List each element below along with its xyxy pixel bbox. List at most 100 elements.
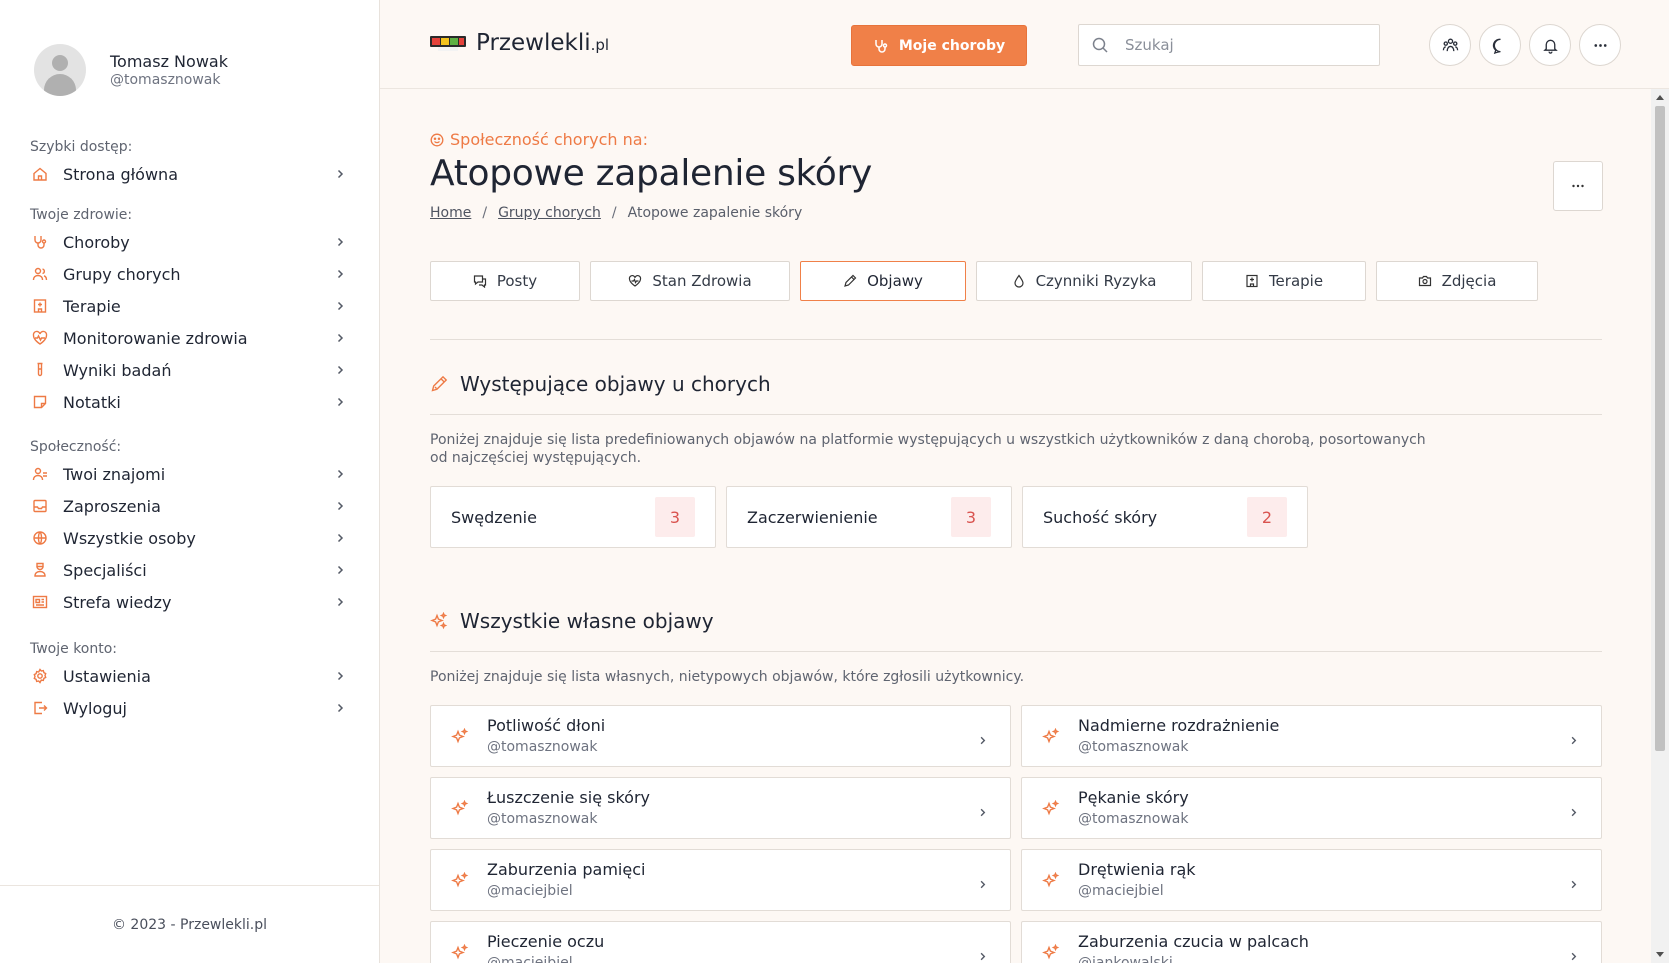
more-icon bbox=[1593, 43, 1607, 47]
scrollbar-thumb[interactable] bbox=[1655, 106, 1665, 751]
chevron-right-icon bbox=[1568, 875, 1579, 889]
own-symptom-name: Zaburzenia pamięci bbox=[487, 860, 646, 879]
community-icon bbox=[1442, 38, 1458, 51]
tab-risk-factors[interactable]: Czynniki Ryzyka bbox=[976, 261, 1192, 301]
symptom-card[interactable]: Zaczerwienienie 3 bbox=[726, 486, 1012, 548]
messages-button[interactable] bbox=[1479, 24, 1521, 66]
chevron-right-icon bbox=[337, 469, 344, 479]
settings-icon bbox=[32, 668, 48, 684]
sparkles-icon bbox=[430, 612, 448, 630]
symptom-name: Suchość skóry bbox=[1043, 507, 1158, 527]
own-symptom-card[interactable]: Drętwienia rąk @maciejbiel bbox=[1021, 849, 1602, 911]
tab-symptoms[interactable]: Objawy bbox=[800, 261, 966, 301]
section-title-predefined: Występujące objawy u chorych bbox=[430, 372, 771, 396]
note-icon bbox=[32, 394, 48, 410]
user-handle: @tomasznowak bbox=[110, 72, 221, 88]
sidebar-item-health-monitoring[interactable]: Monitorowanie zdrowia bbox=[30, 322, 350, 354]
sparkles-icon bbox=[1042, 871, 1060, 890]
own-symptom-name: Potliwość dłoni bbox=[487, 716, 606, 735]
page-options-button[interactable] bbox=[1553, 161, 1603, 211]
section-title-text: Występujące objawy u chorych bbox=[460, 372, 771, 396]
sidebar-item-knowledge-zone[interactable]: Strefa wiedzy bbox=[30, 586, 350, 618]
sidebar-item-invitations[interactable]: Zaproszenia bbox=[30, 490, 350, 522]
symptom-count-badge: 2 bbox=[1247, 497, 1287, 537]
own-symptom-card[interactable]: Łuszczenie się skóry @tomasznowak bbox=[430, 777, 1011, 839]
sparkles-icon bbox=[1042, 727, 1060, 746]
symptom-card[interactable]: Swędzenie 3 bbox=[430, 486, 716, 548]
scroll-up-arrow[interactable] bbox=[1656, 95, 1664, 100]
chevron-right-icon bbox=[1568, 947, 1579, 961]
own-symptom-card[interactable]: Zaburzenia czucia w palcach @jankowalski bbox=[1021, 921, 1602, 963]
own-symptom-card[interactable]: Potliwość dłoni @tomasznowak bbox=[430, 705, 1011, 767]
hospital-icon bbox=[32, 298, 48, 314]
sidebar-item-notes[interactable]: Notatki bbox=[30, 386, 350, 418]
sidebar-item-all-people[interactable]: Wszystkie osoby bbox=[30, 522, 350, 554]
user-profile[interactable]: Tomasz Nowak @tomasznowak bbox=[34, 44, 228, 96]
stethoscope-icon bbox=[32, 234, 48, 250]
own-symptom-card[interactable]: Pękanie skóry @tomasznowak bbox=[1021, 777, 1602, 839]
logo[interactable]: Przewlekli.pl bbox=[430, 30, 609, 56]
sparkles-icon bbox=[451, 799, 469, 818]
tab-health-status[interactable]: Stan Zdrowia bbox=[590, 261, 790, 301]
sidebar-item-diseases[interactable]: Choroby bbox=[30, 226, 350, 258]
chevron-right-icon bbox=[337, 333, 344, 343]
divider bbox=[430, 651, 1602, 652]
tab-photos[interactable]: Zdjęcia bbox=[1376, 261, 1538, 301]
own-symptom-name: Pękanie skóry bbox=[1078, 788, 1189, 807]
pencil-icon bbox=[431, 375, 448, 392]
my-diseases-label: Moje choroby bbox=[898, 37, 1006, 54]
search-box[interactable] bbox=[1078, 24, 1380, 66]
newspaper-icon bbox=[32, 594, 48, 610]
own-symptom-author: @tomasznowak bbox=[487, 811, 598, 827]
own-symptom-card[interactable]: Zaburzenia pamięci @maciejbiel bbox=[430, 849, 1011, 911]
scrollbar[interactable] bbox=[1651, 89, 1669, 963]
breadcrumb-patient-groups[interactable]: Grupy chorych bbox=[498, 205, 601, 221]
community-button[interactable] bbox=[1429, 24, 1471, 66]
more-button[interactable] bbox=[1579, 24, 1621, 66]
section-title-own: Wszystkie własne objawy bbox=[430, 609, 714, 633]
breadcrumb-home[interactable]: Home bbox=[430, 205, 471, 221]
section-title-text: Wszystkie własne objawy bbox=[460, 609, 714, 633]
home-icon bbox=[32, 166, 48, 182]
tab-posts[interactable]: Posty bbox=[430, 261, 580, 301]
sidebar-item-logout[interactable]: Wyloguj bbox=[30, 692, 350, 724]
hospital-icon bbox=[1246, 274, 1258, 288]
sidebar-item-label: Zaproszenia bbox=[63, 496, 161, 516]
chevron-right-icon bbox=[337, 365, 344, 375]
chevron-right-icon bbox=[337, 169, 344, 179]
sidebar-item-home[interactable]: Strona główna bbox=[30, 158, 350, 190]
sidebar-item-specialists[interactable]: Specjaliści bbox=[30, 554, 350, 586]
scroll-down-arrow[interactable] bbox=[1656, 952, 1664, 957]
chevron-right-icon bbox=[977, 875, 988, 889]
sidebar-item-therapies[interactable]: Terapie bbox=[30, 290, 350, 322]
section-description: Poniżej znajduje się lista predefiniowan… bbox=[430, 432, 1426, 466]
community-label-text: Społeczność chorych na: bbox=[450, 130, 648, 149]
sidebar-item-patient-groups[interactable]: Grupy chorych bbox=[30, 258, 350, 290]
own-symptom-author: @maciejbiel bbox=[1078, 883, 1164, 899]
section-description: Poniżej znajduje się lista własnych, nie… bbox=[430, 669, 1025, 685]
my-diseases-button[interactable]: Moje choroby bbox=[851, 25, 1027, 66]
notifications-button[interactable] bbox=[1529, 24, 1571, 66]
sidebar-item-friends[interactable]: Twoi znajomi bbox=[30, 458, 350, 490]
test-tube-icon bbox=[32, 362, 48, 378]
own-symptom-card[interactable]: Pieczenie oczu @maciejbiel bbox=[430, 921, 1011, 963]
own-symptom-author: @tomasznowak bbox=[487, 739, 598, 755]
sparkles-icon bbox=[1042, 799, 1060, 818]
divider bbox=[430, 339, 1602, 340]
sidebar-item-settings[interactable]: Ustawienia bbox=[30, 660, 350, 692]
chevron-right-icon bbox=[337, 301, 344, 311]
tab-therapies[interactable]: Terapie bbox=[1202, 261, 1366, 301]
sidebar-item-test-results[interactable]: Wyniki badań bbox=[30, 354, 350, 386]
symptom-name: Swędzenie bbox=[451, 507, 537, 527]
tab-label: Objawy bbox=[867, 272, 923, 290]
sidebar-item-label: Specjaliści bbox=[63, 560, 147, 580]
breadcrumb-separator: / bbox=[482, 205, 488, 221]
smiley-icon bbox=[430, 133, 444, 146]
own-symptom-card[interactable]: Nadmierne rozdrażnienie @tomasznowak bbox=[1021, 705, 1602, 767]
symptom-card[interactable]: Suchość skóry 2 bbox=[1022, 486, 1308, 548]
chevron-right-icon bbox=[337, 501, 344, 511]
symptom-name: Zaczerwienienie bbox=[747, 507, 878, 527]
logo-text: Przewlekli.pl bbox=[476, 30, 610, 56]
search-input[interactable] bbox=[1125, 36, 1355, 54]
own-symptom-author: @maciejbiel bbox=[487, 955, 573, 963]
